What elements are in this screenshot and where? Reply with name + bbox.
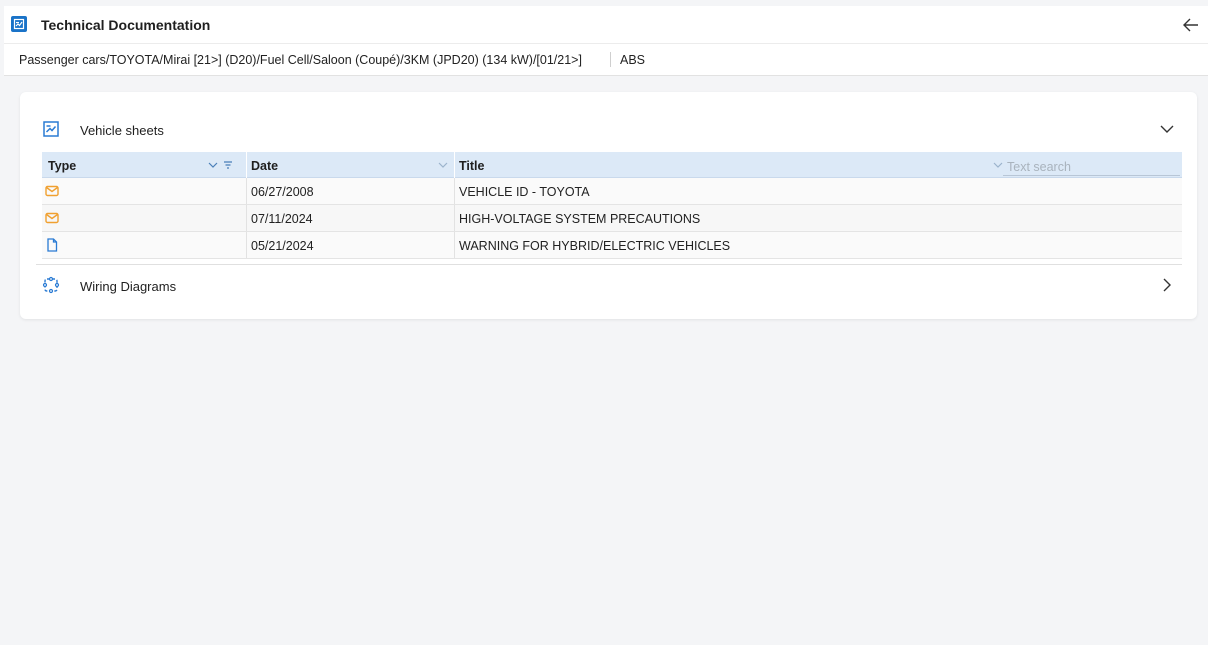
title-bar: Technical Documentation [4, 6, 1208, 44]
document-chart-icon [43, 121, 59, 137]
breadcrumb-divider [610, 52, 611, 67]
table-row[interactable]: 05/21/2024 WARNING FOR HYBRID/ELECTRIC V… [42, 232, 1182, 259]
circuit-icon [42, 276, 60, 294]
breadcrumb: Passenger cars/TOYOTA/Mirai [21>] (D20)/… [4, 44, 1208, 76]
table-row[interactable]: 06/27/2008 VEHICLE ID - TOYOTA [42, 178, 1182, 205]
chevron-down-icon[interactable] [1159, 121, 1175, 137]
chevron-right-icon[interactable] [1159, 277, 1175, 293]
section-wiring-diagrams[interactable]: Wiring Diagrams [20, 268, 1197, 302]
cell-divider [246, 205, 247, 231]
table-row[interactable]: 07/11/2024 HIGH-VOLTAGE SYSTEM PRECAUTIO… [42, 205, 1182, 232]
column-header-title[interactable]: Title [459, 159, 484, 173]
text-search-input[interactable] [1003, 158, 1180, 176]
app-logo-icon [11, 16, 27, 32]
app-window: Technical Documentation Passenger cars/T… [0, 0, 1208, 645]
cell-divider [454, 232, 455, 258]
cell-title: WARNING FOR HYBRID/ELECTRIC VEHICLES [459, 239, 731, 253]
breadcrumb-path[interactable]: Passenger cars/TOYOTA/Mirai [21>] (D20)/… [19, 53, 582, 67]
cell-title: VEHICLE ID - TOYOTA [459, 185, 590, 199]
vehicle-sheets-table: Type Date Title Text search 06/27/2008 V… [42, 152, 1182, 259]
cell-title: HIGH-VOLTAGE SYSTEM PRECAUTIONS [459, 212, 701, 226]
section-divider [36, 264, 1182, 265]
column-header-date[interactable]: Date [251, 159, 278, 173]
column-header-type[interactable]: Type [48, 159, 76, 173]
section-vehicle-sheets[interactable]: Vehicle sheets [20, 112, 1197, 146]
cell-date: 05/21/2024 [251, 239, 314, 253]
page-title: Technical Documentation [41, 17, 211, 33]
cell-divider [246, 232, 247, 258]
cell-divider [454, 178, 455, 204]
column-divider [246, 152, 247, 178]
back-button[interactable] [1180, 14, 1202, 36]
cell-divider [454, 205, 455, 231]
sort-chevron-icon[interactable] [993, 160, 1003, 170]
cell-date: 06/27/2008 [251, 185, 314, 199]
cell-divider [246, 178, 247, 204]
sort-chevron-icon[interactable] [208, 160, 218, 170]
filter-icon[interactable] [223, 160, 233, 170]
section-label: Wiring Diagrams [80, 279, 177, 294]
arrow-left-icon [1183, 18, 1198, 32]
document-icon [47, 238, 58, 252]
envelope-icon [45, 185, 59, 197]
section-label: Vehicle sheets [80, 123, 164, 138]
sort-chevron-icon[interactable] [438, 160, 448, 170]
documents-panel: Vehicle sheets Type Date Title Text sear… [20, 92, 1197, 319]
envelope-icon [45, 212, 59, 224]
breadcrumb-system[interactable]: ABS [620, 53, 645, 67]
cell-date: 07/11/2024 [251, 212, 313, 226]
table-header: Type Date Title [42, 152, 1182, 178]
column-divider [454, 152, 455, 178]
